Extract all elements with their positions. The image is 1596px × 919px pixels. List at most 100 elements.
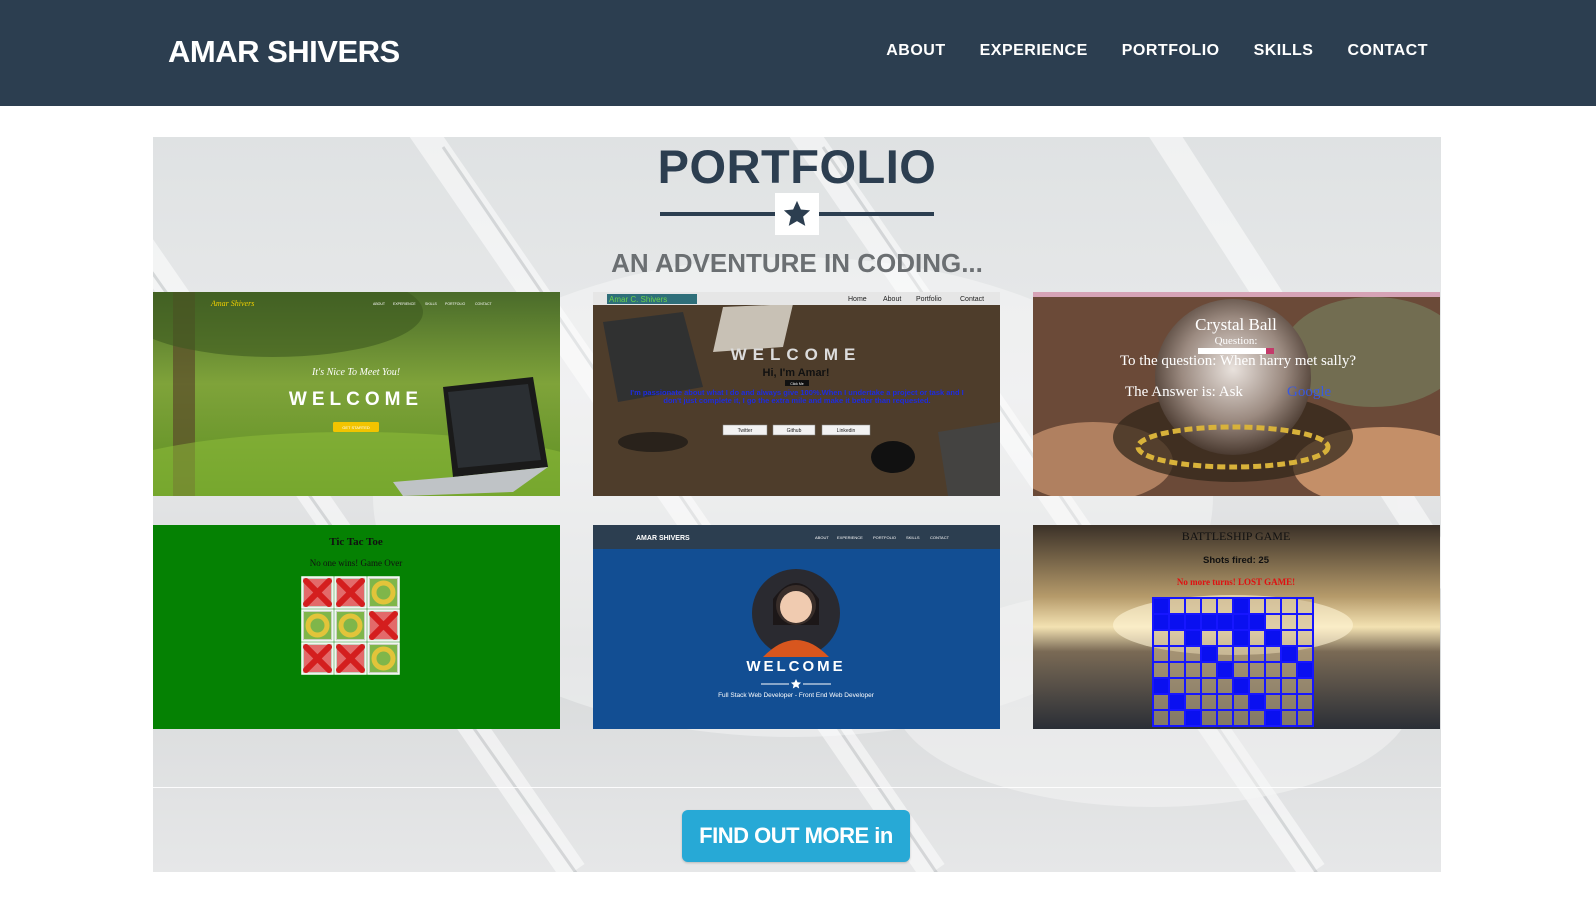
tile-status: No more turns! LOST GAME! bbox=[1177, 577, 1295, 587]
tile-heading: WELCOME bbox=[731, 345, 862, 364]
battleship-cell bbox=[1264, 677, 1282, 695]
battleship-cell bbox=[1168, 645, 1186, 663]
battleship-cell bbox=[1296, 661, 1314, 679]
tile-linkedin-button: Linkedin bbox=[837, 428, 856, 434]
battleship-cell bbox=[1264, 645, 1282, 663]
battleship-cell bbox=[1168, 597, 1186, 615]
section-title: PORTFOLIO bbox=[657, 140, 937, 193]
battleship-cell bbox=[1248, 677, 1266, 695]
tile-twitter-button: Twitter bbox=[738, 428, 753, 434]
divider-line-left bbox=[660, 212, 775, 216]
portfolio-item-desk-page[interactable]: Amar C. Shivers Home About Portfolio Con… bbox=[593, 292, 1000, 496]
tile-answer-link: Google bbox=[1287, 384, 1332, 400]
battleship-cell bbox=[1152, 597, 1170, 615]
nav-link-portfolio[interactable]: PORTFOLIO bbox=[1122, 42, 1220, 59]
tile-nav-skills: SKILLS bbox=[906, 535, 920, 540]
portfolio-item-crystal-ball[interactable]: Crystal Ball Question: To the question: … bbox=[1033, 292, 1440, 496]
battleship-cell bbox=[1216, 597, 1234, 615]
tile-heading: WELCOME bbox=[746, 658, 845, 675]
tile-small-button: Click Me bbox=[790, 382, 803, 386]
battleship-cell bbox=[1152, 661, 1170, 679]
tile-nav-about: ABOUT bbox=[373, 302, 386, 306]
ttt-cell-x bbox=[334, 576, 367, 609]
find-out-more-button[interactable]: FIND OUT MORE in bbox=[682, 810, 910, 862]
tile-brand: AMAR SHIVERS bbox=[636, 535, 690, 542]
nav-menu: ABOUT EXPERIENCE PORTFOLIO SKILLS CONTAC… bbox=[886, 42, 1428, 60]
battleship-cell bbox=[1248, 597, 1266, 615]
ttt-cell-x bbox=[301, 642, 334, 675]
battleship-cell bbox=[1200, 597, 1218, 615]
battleship-cell bbox=[1232, 613, 1250, 631]
tile-heading: WELCOME bbox=[289, 389, 423, 410]
portfolio-item-tic-tac-toe[interactable]: Tic Tac Toe No one wins! Game Over bbox=[153, 525, 560, 729]
battleship-cell bbox=[1264, 613, 1282, 631]
ttt-cell-x bbox=[334, 642, 367, 675]
battleship-cell bbox=[1216, 677, 1234, 695]
divider-line-right bbox=[819, 212, 934, 216]
battleship-cell bbox=[1168, 661, 1186, 679]
battleship-cell bbox=[1184, 645, 1202, 663]
battleship-cell bbox=[1232, 645, 1250, 663]
battleship-cell bbox=[1232, 661, 1250, 679]
battleship-cell bbox=[1200, 661, 1218, 679]
battleship-cell bbox=[1184, 661, 1202, 679]
battleship-cell bbox=[1280, 613, 1298, 631]
nav-link-contact[interactable]: CONTACT bbox=[1347, 42, 1428, 59]
tile-nav-portfolio: Portfolio bbox=[916, 296, 942, 303]
nav-link-about[interactable]: ABOUT bbox=[886, 42, 945, 59]
battleship-cell bbox=[1296, 597, 1314, 615]
battleship-cell bbox=[1248, 629, 1266, 647]
brand-logo[interactable]: AMAR SHIVERS bbox=[168, 34, 400, 70]
tile-answer-prefix: The Answer is: Ask bbox=[1125, 384, 1243, 400]
battleship-cell bbox=[1296, 629, 1314, 647]
battleship-cell bbox=[1152, 693, 1170, 711]
tile-nav-contact: CONTACT bbox=[475, 302, 493, 306]
ttt-cell-x bbox=[367, 609, 400, 642]
section-divider bbox=[153, 787, 1441, 788]
battleship-cell bbox=[1200, 613, 1218, 631]
tile-tagline: It's Nice To Meet You! bbox=[311, 367, 400, 378]
tile-nav-contact: Contact bbox=[960, 296, 984, 303]
battleship-cell bbox=[1216, 629, 1234, 647]
battleship-cell bbox=[1280, 677, 1298, 695]
battleship-cell bbox=[1248, 693, 1266, 711]
portfolio-item-battleship[interactable]: BATTLESHIP GAME Shots fired: 25 No more … bbox=[1033, 525, 1440, 729]
battleship-cell bbox=[1296, 709, 1314, 727]
nav-link-skills[interactable]: SKILLS bbox=[1254, 42, 1314, 59]
ttt-cell-o bbox=[367, 576, 400, 609]
tile-nav-experience: EXPERIENCE bbox=[393, 302, 416, 306]
battleship-cell bbox=[1184, 613, 1202, 631]
tile-title: Crystal Ball bbox=[1195, 315, 1277, 334]
tile-greeting: Hi, I'm Amar! bbox=[763, 367, 830, 379]
battleship-cell bbox=[1168, 709, 1186, 727]
nav-link-experience[interactable]: EXPERIENCE bbox=[980, 42, 1088, 59]
tile-title: BATTLESHIP GAME bbox=[1182, 529, 1291, 543]
battleship-cell bbox=[1200, 645, 1218, 663]
battleship-cell bbox=[1168, 629, 1186, 647]
battleship-board bbox=[1152, 597, 1314, 727]
ttt-cell-o bbox=[334, 609, 367, 642]
tile-nav-contact: CONTACT bbox=[930, 535, 950, 540]
battleship-cell bbox=[1280, 693, 1298, 711]
tic-tac-toe-board bbox=[301, 576, 400, 675]
tile-question: To the question: When harry met sally? bbox=[1119, 353, 1357, 369]
battleship-cell bbox=[1184, 629, 1202, 647]
ttt-cell-o bbox=[301, 609, 334, 642]
battleship-cell bbox=[1184, 677, 1202, 695]
tile-nav-portfolio: PORTFOLIO bbox=[445, 302, 465, 306]
portfolio-item-landing-page[interactable]: Amar Shivers ABOUT EXPERIENCE SKILLS POR… bbox=[153, 292, 560, 496]
tile-nav-experience: EXPERIENCE bbox=[837, 535, 863, 540]
battleship-cell bbox=[1232, 629, 1250, 647]
battleship-cell bbox=[1264, 693, 1282, 711]
tile-nav-about: ABOUT bbox=[815, 535, 829, 540]
battleship-cell bbox=[1152, 677, 1170, 695]
battleship-cell bbox=[1200, 677, 1218, 695]
battleship-cell bbox=[1168, 693, 1186, 711]
tile-cta: GET STARTED bbox=[342, 425, 370, 430]
battleship-cell bbox=[1184, 693, 1202, 711]
portfolio-item-profile-page[interactable]: AMAR SHIVERS ABOUT EXPERIENCE PORTFOLIO … bbox=[593, 525, 1000, 729]
battleship-cell bbox=[1264, 629, 1282, 647]
battleship-cell bbox=[1200, 693, 1218, 711]
tile-nav-about: About bbox=[883, 296, 901, 303]
battleship-cell bbox=[1280, 709, 1298, 727]
